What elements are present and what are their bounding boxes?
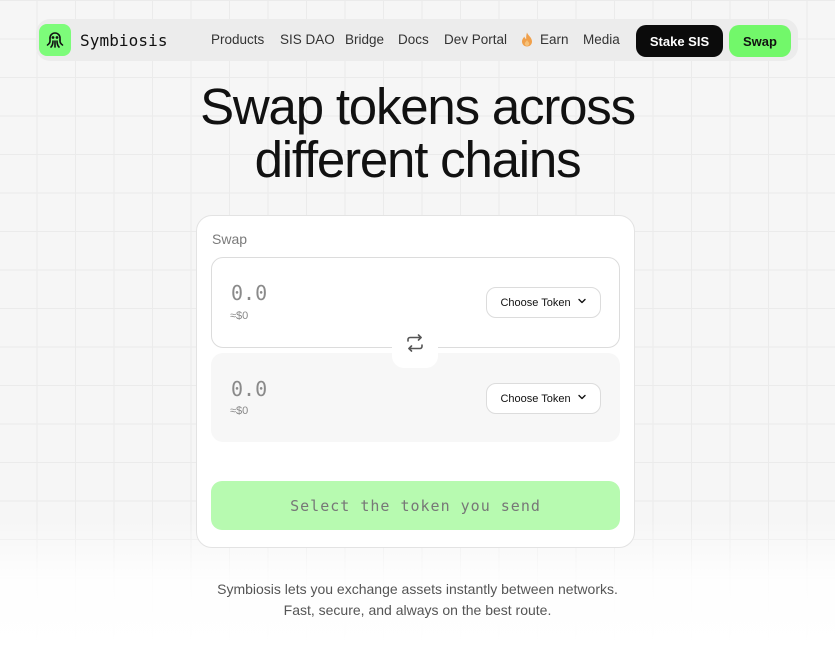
nav-link-earn[interactable]: Earn xyxy=(540,32,569,47)
to-choose-token-button[interactable]: Choose Token xyxy=(486,383,601,414)
chevron-down-icon xyxy=(577,296,587,309)
flame-icon xyxy=(521,32,533,47)
nav-link-bridge[interactable]: Bridge xyxy=(345,32,384,47)
description-line-1: Symbiosis lets you exchange assets insta… xyxy=(217,581,618,597)
to-amount-input[interactable]: 0.0 xyxy=(231,377,267,401)
from-amount-input[interactable]: 0.0 xyxy=(231,281,267,305)
brand-name[interactable]: Symbiosis xyxy=(80,31,168,50)
description: Symbiosis lets you exchange assets insta… xyxy=(0,579,835,621)
to-choose-token-label: Choose Token xyxy=(500,392,571,405)
stake-sis-button[interactable]: Stake SIS xyxy=(636,25,723,57)
switch-tokens-button[interactable] xyxy=(392,322,438,368)
swap-nav-button[interactable]: Swap xyxy=(729,25,791,57)
octopus-logo-icon[interactable] xyxy=(39,24,71,56)
to-usd-value: ≈$0 xyxy=(230,405,249,417)
description-line-2: Fast, secure, and always on the best rou… xyxy=(283,602,552,618)
nav-link-media[interactable]: Media xyxy=(583,32,620,47)
swap-arrows-icon xyxy=(405,333,425,358)
select-token-button[interactable]: Select the token you send xyxy=(211,481,620,530)
from-choose-token-label: Choose Token xyxy=(500,296,571,309)
nav-link-dev-portal[interactable]: Dev Portal xyxy=(444,32,507,47)
swap-card-title: Swap xyxy=(212,231,248,247)
from-choose-token-button[interactable]: Choose Token xyxy=(486,287,601,318)
chevron-down-icon xyxy=(577,392,587,405)
nav-link-docs[interactable]: Docs xyxy=(398,32,429,47)
from-usd-value: ≈$0 xyxy=(230,310,249,322)
hero-heading: Swap tokens across different chains xyxy=(0,80,835,186)
hero-line-2: different chains xyxy=(254,131,582,188)
nav-link-products[interactable]: Products xyxy=(211,32,264,47)
nav-link-sis-dao[interactable]: SIS DAO xyxy=(280,32,335,47)
hero-line-1: Swap tokens across xyxy=(200,78,636,135)
